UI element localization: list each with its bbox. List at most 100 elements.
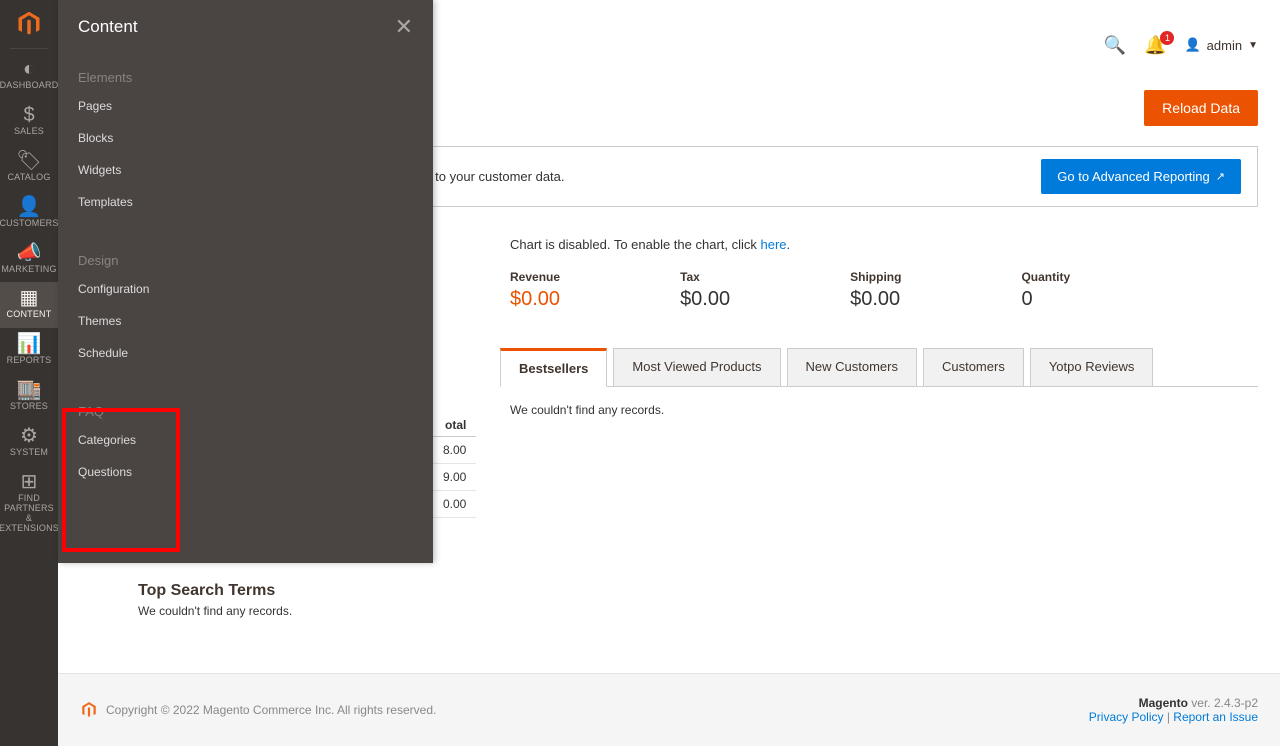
copyright-text: Copyright © 2022 Magento Commerce Inc. A…	[106, 703, 436, 717]
stat-label: Shipping	[850, 270, 901, 284]
flyout-link-blocks[interactable]: Blocks	[78, 131, 413, 145]
flyout-link-templates[interactable]: Templates	[78, 195, 413, 209]
stat-tax: Tax $0.00	[680, 270, 730, 311]
nav-label: CUSTOMERS	[0, 219, 59, 229]
content-flyout: Content ✕ Elements Pages Blocks Widgets …	[58, 0, 433, 563]
rail-separator	[10, 48, 48, 49]
puzzle-icon: ⊞	[21, 472, 38, 492]
stat-quantity: Quantity 0	[1021, 270, 1070, 311]
empty-message: We couldn't find any records.	[510, 403, 664, 417]
user-icon: 👤	[1184, 37, 1200, 53]
peek-cell: 8.00	[433, 437, 476, 464]
flyout-link-pages[interactable]: Pages	[78, 99, 413, 113]
nav-label: DASHBOARD	[0, 81, 58, 91]
flyout-section-design: Design	[78, 253, 413, 268]
stat-label: Quantity	[1021, 270, 1070, 284]
nav-label: STORES	[10, 402, 48, 412]
chevron-down-icon: ▼	[1248, 40, 1258, 51]
nav-label: SYSTEM	[10, 448, 48, 458]
tab-most-viewed[interactable]: Most Viewed Products	[613, 348, 780, 387]
nav-stores[interactable]: 🏬 STORES	[0, 374, 58, 420]
enable-chart-link[interactable]: here	[761, 237, 787, 252]
peek-cell: 9.00	[433, 464, 476, 491]
tag-icon: 🏷	[16, 151, 41, 171]
user-menu[interactable]: 👤 admin ▼	[1184, 37, 1258, 53]
flyout-link-questions[interactable]: Questions	[78, 465, 413, 479]
megaphone-icon: 📣	[17, 243, 42, 263]
stat-label: Tax	[680, 270, 730, 284]
nav-partners[interactable]: ⊞ FIND PARTNERS & EXTENSIONS	[0, 466, 58, 542]
person-icon: 👤	[17, 197, 42, 217]
top-search-terms: Top Search Terms We couldn't find any re…	[138, 582, 292, 618]
nav-catalog[interactable]: 🏷 CATALOG	[0, 145, 58, 191]
external-link-icon: ↗	[1216, 170, 1225, 183]
nav-sales[interactable]: $ SALES	[0, 99, 58, 145]
empty-message: We couldn't find any records.	[138, 604, 292, 618]
magento-logo-icon	[80, 701, 98, 719]
nav-label: REPORTS	[7, 356, 52, 366]
stat-shipping: Shipping $0.00	[850, 270, 901, 311]
tab-customers[interactable]: Customers	[923, 348, 1024, 387]
tab-yotpo[interactable]: Yotpo Reviews	[1030, 348, 1154, 387]
notice-suffix: .	[787, 237, 791, 252]
dashboard-tabs: Bestsellers Most Viewed Products New Cus…	[500, 347, 1258, 387]
peek-header: otal	[433, 414, 476, 437]
layout-icon: ▦	[20, 288, 39, 308]
notice-prefix: Chart is disabled. To enable the chart, …	[510, 237, 761, 252]
report-issue-link[interactable]: Report an Issue	[1173, 710, 1258, 724]
store-icon: 🏬	[17, 380, 42, 400]
flyout-link-widgets[interactable]: Widgets	[78, 163, 413, 177]
gear-icon: ⚙	[20, 426, 38, 446]
nav-label: CATALOG	[7, 173, 50, 183]
orders-table-peek: otal 8.00 9.00 0.00	[433, 414, 476, 518]
flyout-link-configuration[interactable]: Configuration	[78, 282, 413, 296]
nav-dashboard[interactable]: ◐ DASHBOARD	[0, 53, 58, 99]
nav-label: FIND PARTNERS & EXTENSIONS	[0, 494, 59, 534]
notifications-icon[interactable]: 🔔 1	[1144, 35, 1166, 56]
nav-label: SALES	[14, 127, 44, 137]
stat-value: $0.00	[680, 288, 730, 310]
advanced-reporting-button[interactable]: Go to Advanced Reporting ↗	[1041, 159, 1241, 194]
search-icon[interactable]: 🔍	[1104, 35, 1126, 56]
section-title: Top Search Terms	[138, 582, 292, 600]
dashboard-stats: Revenue $0.00 Tax $0.00 Shipping $0.00 Q…	[510, 270, 1258, 311]
flyout-link-schedule[interactable]: Schedule	[78, 346, 413, 360]
nav-system[interactable]: ⚙ SYSTEM	[0, 420, 58, 466]
version-text: ver. 2.4.3-p2	[1188, 696, 1258, 710]
stat-value: $0.00	[510, 288, 560, 310]
flyout-section-elements: Elements	[78, 70, 413, 85]
privacy-policy-link[interactable]: Privacy Policy	[1089, 710, 1164, 724]
nav-customers[interactable]: 👤 CUSTOMERS	[0, 191, 58, 237]
tab-content: We couldn't find any records.	[510, 387, 1258, 433]
button-label: Go to Advanced Reporting	[1057, 169, 1210, 184]
nav-label: MARKETING	[1, 265, 56, 275]
flyout-link-categories[interactable]: Categories	[78, 433, 413, 447]
nav-content[interactable]: ▦ CONTENT	[0, 282, 58, 328]
magento-logo[interactable]	[0, 0, 58, 48]
flyout-link-themes[interactable]: Themes	[78, 314, 413, 328]
nav-label: CONTENT	[7, 310, 52, 320]
tab-new-customers[interactable]: New Customers	[787, 348, 917, 387]
flyout-title: Content	[78, 17, 138, 37]
nav-reports[interactable]: 📊 REPORTS	[0, 328, 58, 374]
footer-sep: |	[1163, 710, 1173, 724]
admin-footer: Copyright © 2022 Magento Commerce Inc. A…	[58, 673, 1280, 746]
peek-cell: 0.00	[433, 491, 476, 518]
stat-revenue: Revenue $0.00	[510, 270, 560, 311]
reload-data-button[interactable]: Reload Data	[1144, 90, 1258, 126]
gauge-icon: ◐	[23, 59, 35, 79]
bars-icon: 📊	[17, 334, 42, 354]
brand-name: Magento	[1139, 696, 1188, 710]
chart-disabled-notice: Chart is disabled. To enable the chart, …	[510, 237, 1258, 252]
nav-marketing[interactable]: 📣 MARKETING	[0, 237, 58, 283]
tab-bestsellers[interactable]: Bestsellers	[500, 348, 607, 387]
user-name: admin	[1207, 38, 1242, 53]
dollar-icon: $	[23, 105, 34, 125]
admin-left-rail: ◐ DASHBOARD $ SALES 🏷 CATALOG 👤 CUSTOMER…	[0, 0, 58, 746]
stat-value: 0	[1021, 288, 1032, 310]
close-icon[interactable]: ✕	[395, 14, 413, 40]
stat-value: $0.00	[850, 288, 900, 310]
stat-label: Revenue	[510, 270, 560, 284]
flyout-section-faq: FAQ	[78, 404, 413, 419]
notification-badge: 1	[1160, 31, 1174, 45]
